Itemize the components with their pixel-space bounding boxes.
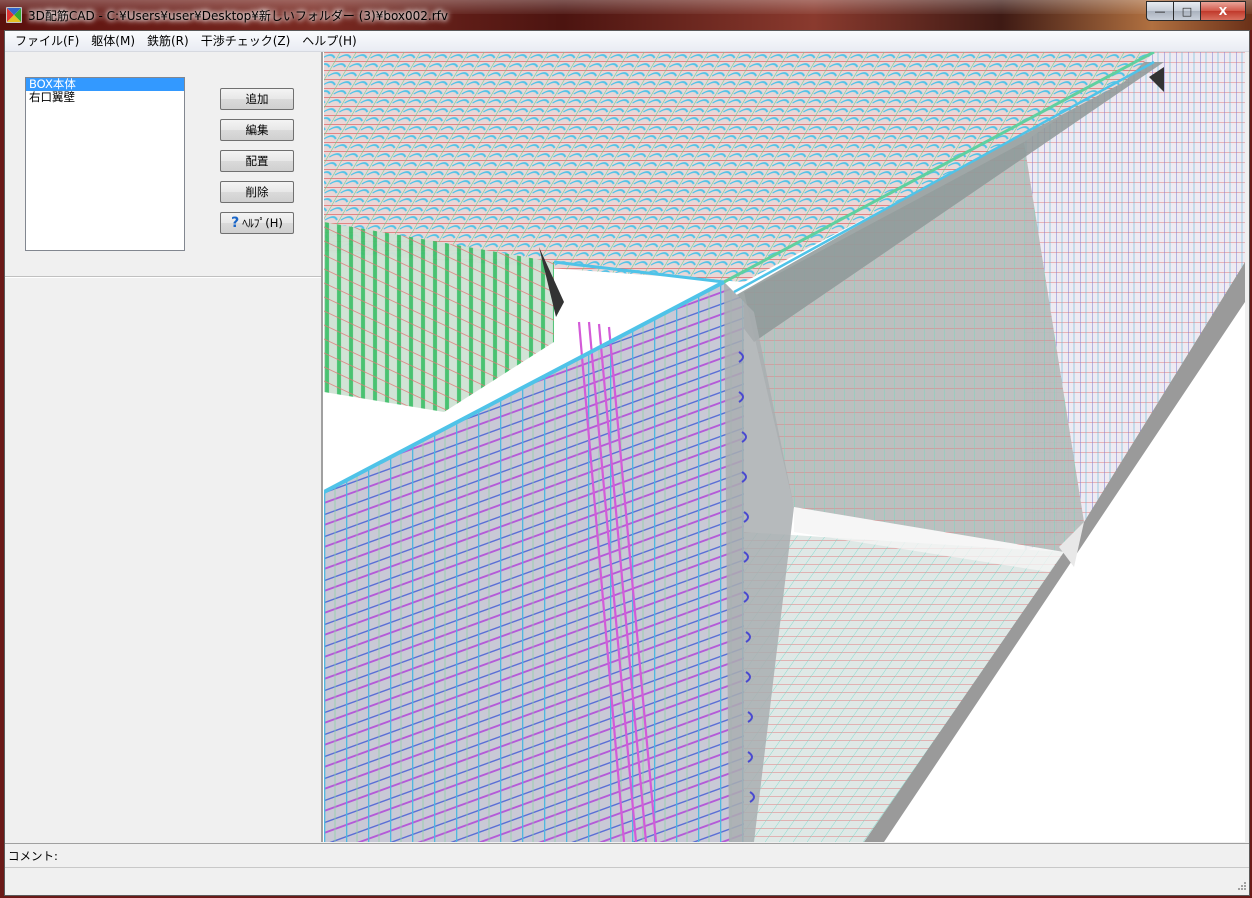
help-button-label: ﾍﾙﾌﾟ(H) xyxy=(242,216,283,230)
menu-rebar[interactable]: 鉄筋(R) xyxy=(141,31,195,51)
resize-grip-icon[interactable] xyxy=(1235,881,1247,893)
3d-viewport[interactable] xyxy=(324,52,1245,842)
left-panel: BOX本体 右口翼壁 追加 編集 配置 削除 ? ﾍﾙﾌﾟ(H) xyxy=(5,52,321,842)
app-icon[interactable] xyxy=(6,7,22,23)
close-button[interactable]: X xyxy=(1200,1,1246,21)
menu-bar: ファイル(F) 躯体(M) 鉄筋(R) 干渉チェック(Z) ヘルプ(H) xyxy=(5,31,1249,52)
main-window: ファイル(F) 躯体(M) 鉄筋(R) 干渉チェック(Z) ヘルプ(H) BOX… xyxy=(4,30,1250,896)
menu-file[interactable]: ファイル(F) xyxy=(5,31,85,51)
window-controls: — □ X xyxy=(1146,1,1246,21)
menu-help[interactable]: ヘルプ(H) xyxy=(296,31,362,51)
help-button[interactable]: ? ﾍﾙﾌﾟ(H) xyxy=(220,212,294,234)
place-button[interactable]: 配置 xyxy=(220,150,294,172)
panel-separator xyxy=(5,276,321,278)
menu-structure[interactable]: 躯体(M) xyxy=(85,31,141,51)
title-bar: 3D配筋CAD - C:¥Users¥user¥Desktop¥新しいフォルダー… xyxy=(0,0,1252,30)
comment-label: コメント: xyxy=(8,849,58,863)
add-button[interactable]: 追加 xyxy=(220,88,294,110)
status-bar xyxy=(5,867,1249,895)
help-icon: ? xyxy=(231,215,240,231)
list-item-right-wing-wall[interactable]: 右口翼壁 xyxy=(26,91,184,104)
minimize-button[interactable]: — xyxy=(1146,1,1173,21)
delete-button[interactable]: 削除 xyxy=(220,181,294,203)
rebar-3d-render xyxy=(324,52,1245,842)
window-title: 3D配筋CAD - C:¥Users¥user¥Desktop¥新しいフォルダー… xyxy=(28,9,449,23)
comment-bar: コメント: xyxy=(5,843,1249,866)
edit-button[interactable]: 編集 xyxy=(220,119,294,141)
menu-interference-check[interactable]: 干渉チェック(Z) xyxy=(195,31,297,51)
structure-listbox[interactable]: BOX本体 右口翼壁 xyxy=(25,77,185,251)
maximize-button[interactable]: □ xyxy=(1173,1,1200,21)
